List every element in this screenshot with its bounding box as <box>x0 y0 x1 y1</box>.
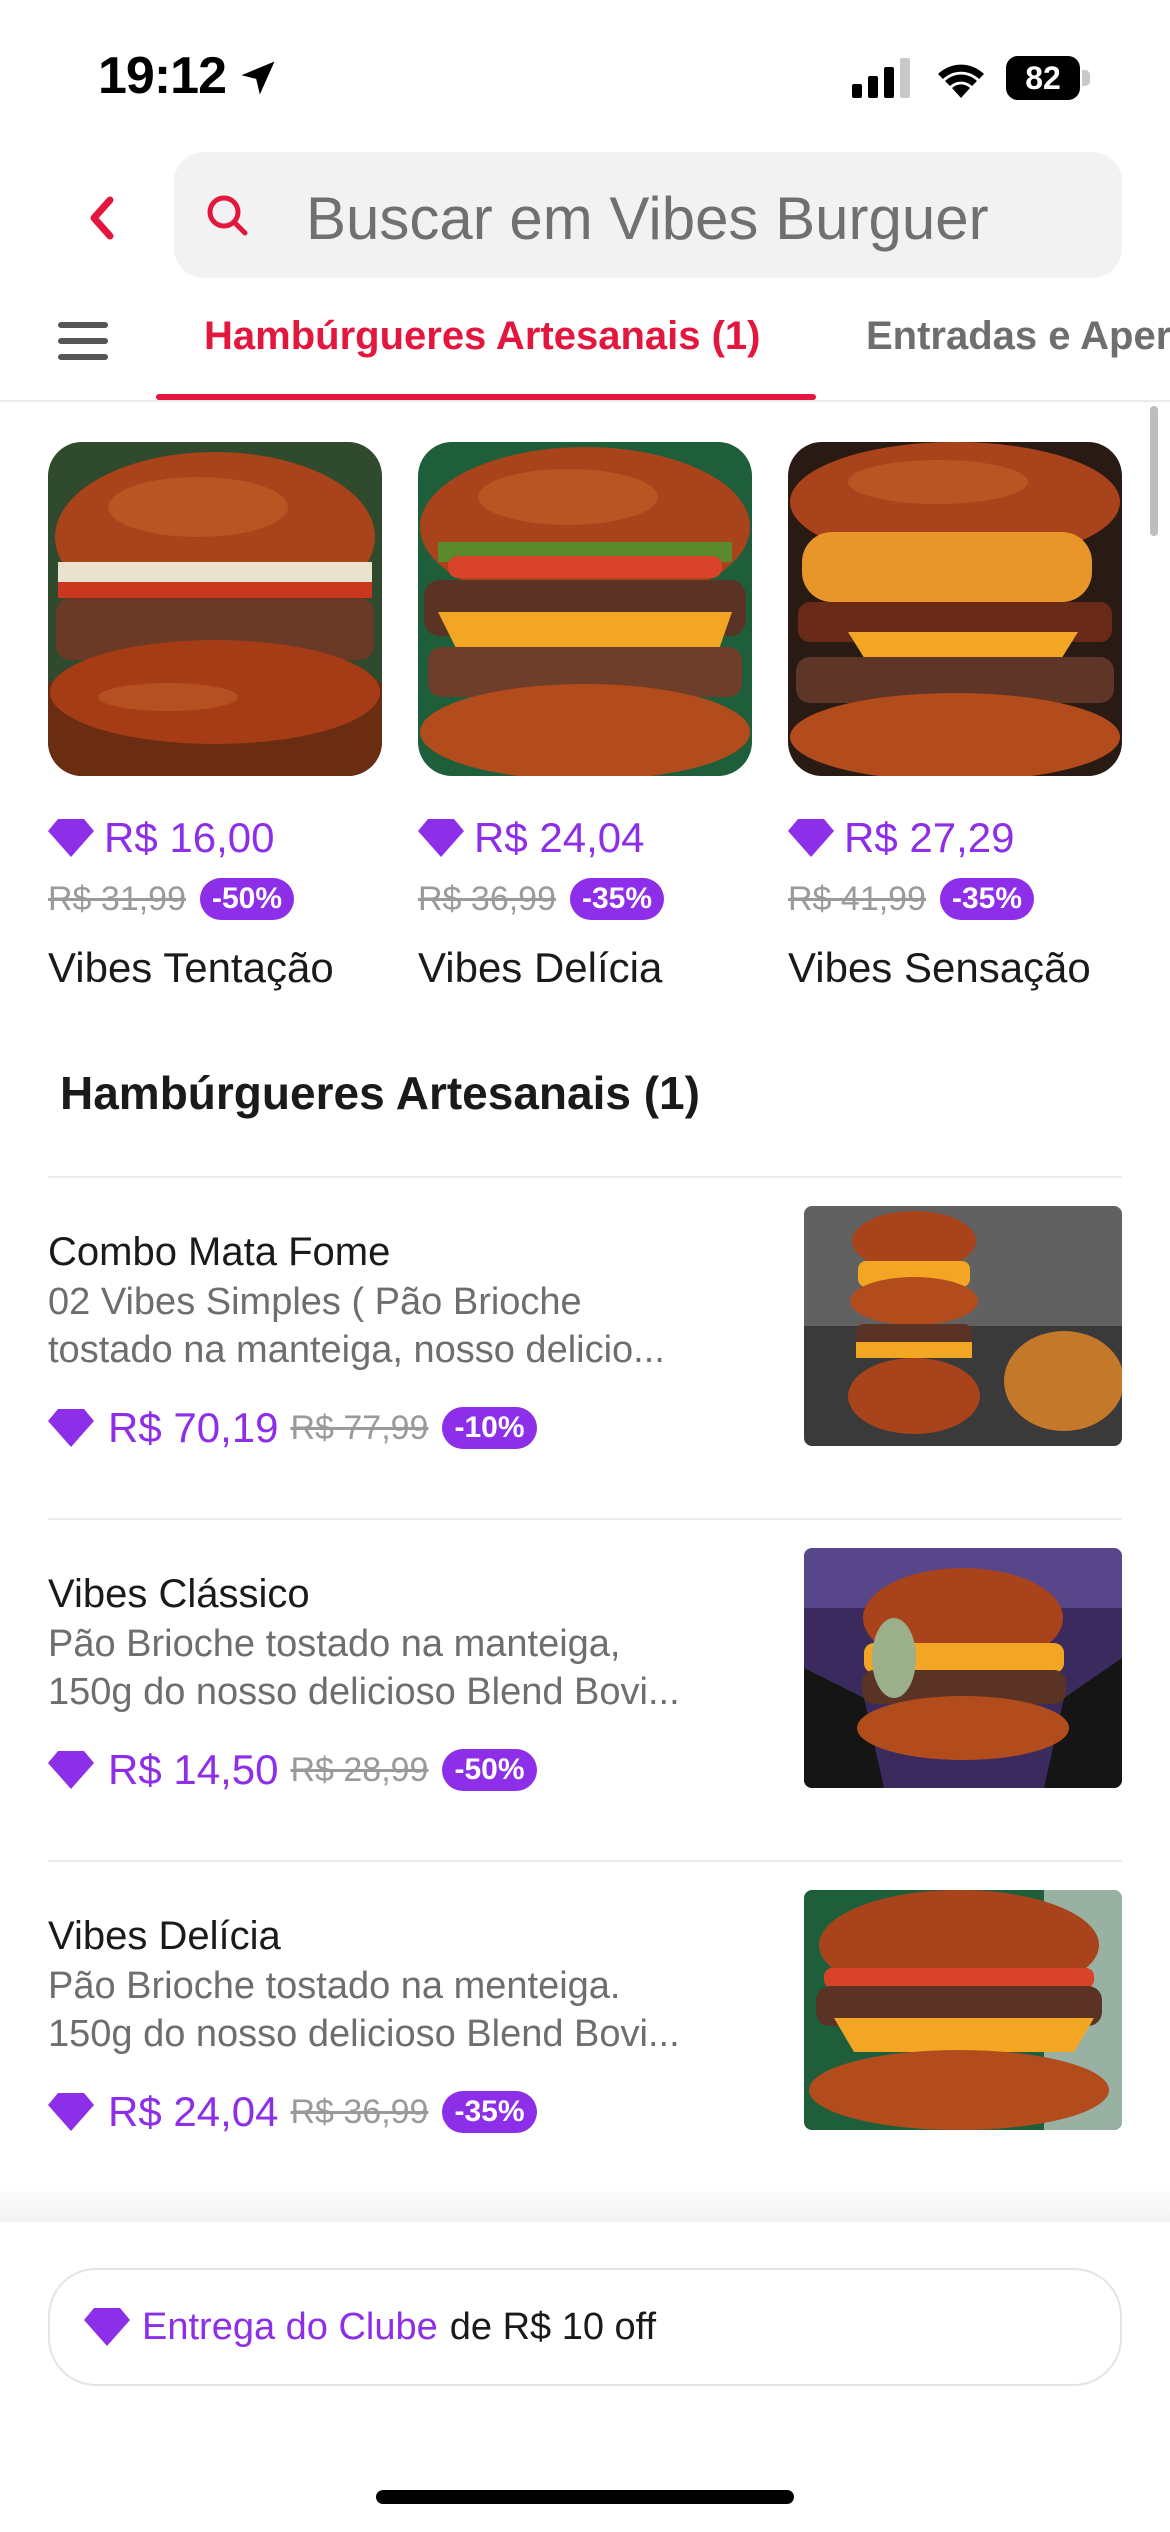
item-title: Combo Mata Fome <box>48 1230 391 1274</box>
cellular-signal-icon <box>852 58 910 98</box>
price: R$ 24,04 <box>474 814 645 861</box>
bottom-bar: Entrega do Clube de R$ 10 off <box>0 2222 1170 2532</box>
featured-card[interactable]: R$ 27,29 R$ 41,99 -35% Vibes Sensação <box>788 442 1122 991</box>
diamond-icon <box>84 2308 130 2346</box>
divider <box>0 400 1170 402</box>
status-time: 19:12 <box>98 47 227 105</box>
item-description: Pão Brioche tostado na menteiga. 150g do… <box>48 1965 680 2055</box>
home-indicator[interactable] <box>376 2490 794 2504</box>
discount-badge: -35% <box>442 2091 537 2133</box>
product-image <box>804 1206 1122 1446</box>
battery-level: 82 <box>1006 56 1080 100</box>
search-input[interactable]: Buscar em Vibes Burguer <box>174 152 1122 278</box>
divider <box>48 1176 1122 1178</box>
search-icon <box>207 195 248 236</box>
product-name: Vibes Sensação <box>788 944 1091 991</box>
club-delivery-banner[interactable]: Entrega do Clube de R$ 10 off <box>48 2268 1122 2386</box>
search-placeholder: Buscar em Vibes Burguer <box>306 185 989 252</box>
item-description: 02 Vibes Simples ( Pão Brioche tostado n… <box>48 1281 665 1371</box>
product-image <box>48 442 382 776</box>
discount-badge: -35% <box>940 878 1035 920</box>
item-description: Pão Brioche tostado na manteiga, 150g do… <box>48 1623 680 1713</box>
old-price: R$ 31,99 <box>48 879 186 918</box>
price: R$ 24,04 <box>108 2088 279 2135</box>
featured-card[interactable]: R$ 16,00 R$ 31,99 -50% Vibes Tentação <box>48 442 382 991</box>
diamond-icon <box>788 819 834 857</box>
back-chevron-icon[interactable] <box>82 194 122 242</box>
product-image <box>418 442 752 776</box>
diamond-icon <box>48 1409 94 1447</box>
section-title: Hambúrgueres Artesanais (1) <box>60 1067 700 1119</box>
battery-icon: 82 <box>1006 56 1090 100</box>
tab-entradas[interactable]: Entradas e Aper <box>866 314 1170 359</box>
diamond-icon <box>48 819 94 857</box>
club-offer-text: de R$ 10 off <box>449 2305 657 2348</box>
discount-badge: -10% <box>442 1407 537 1449</box>
club-highlight: Entrega do Clube <box>142 2305 438 2348</box>
price: R$ 14,50 <box>108 1746 279 1793</box>
price: R$ 16,00 <box>104 814 275 861</box>
product-image <box>804 1890 1122 2130</box>
divider <box>48 1518 1122 1520</box>
list-item[interactable]: Combo Mata Fome 02 Vibes Simples ( Pão B… <box>48 1206 1122 1530</box>
divider <box>48 1860 1122 1862</box>
product-name: Vibes Tentação <box>48 944 334 991</box>
product-name: Vibes Delícia <box>418 944 663 991</box>
featured-card[interactable]: R$ 24,04 R$ 36,99 -35% Vibes Delícia <box>418 442 752 991</box>
price: R$ 70,19 <box>108 1404 279 1451</box>
status-bar: 19:12 82 <box>0 0 1170 150</box>
discount-badge: -50% <box>442 1749 537 1791</box>
diamond-icon <box>48 2093 94 2131</box>
discount-badge: -35% <box>570 878 665 920</box>
scrollbar[interactable] <box>1150 406 1158 536</box>
old-price: R$ 41,99 <box>788 879 926 918</box>
location-arrow-icon <box>241 61 275 95</box>
discount-badge: -50% <box>200 878 295 920</box>
old-price: R$ 28,99 <box>290 1750 429 1789</box>
category-tabs: Hambúrgueres Artesanais (1) Entradas e A… <box>0 290 1170 402</box>
old-price: R$ 36,99 <box>290 2092 429 2131</box>
list-item[interactable]: Vibes Delícia Pão Brioche tostado na men… <box>48 1890 1122 2214</box>
diamond-icon <box>418 819 464 857</box>
price: R$ 27,29 <box>844 814 1015 861</box>
item-title: Vibes Delícia <box>48 1914 281 1958</box>
hamburger-menu-icon[interactable] <box>58 320 108 362</box>
list-item[interactable]: Vibes Clássico Pão Brioche tostado na ma… <box>48 1548 1122 1872</box>
old-price: R$ 77,99 <box>290 1408 429 1447</box>
product-image <box>788 442 1122 776</box>
diamond-icon <box>48 1751 94 1789</box>
item-title: Vibes Clássico <box>48 1572 310 1616</box>
wifi-icon <box>938 64 984 98</box>
product-image <box>804 1548 1122 1788</box>
tab-hamburgueres-artesanais[interactable]: Hambúrgueres Artesanais (1) <box>204 314 760 359</box>
old-price: R$ 36,99 <box>418 879 556 918</box>
